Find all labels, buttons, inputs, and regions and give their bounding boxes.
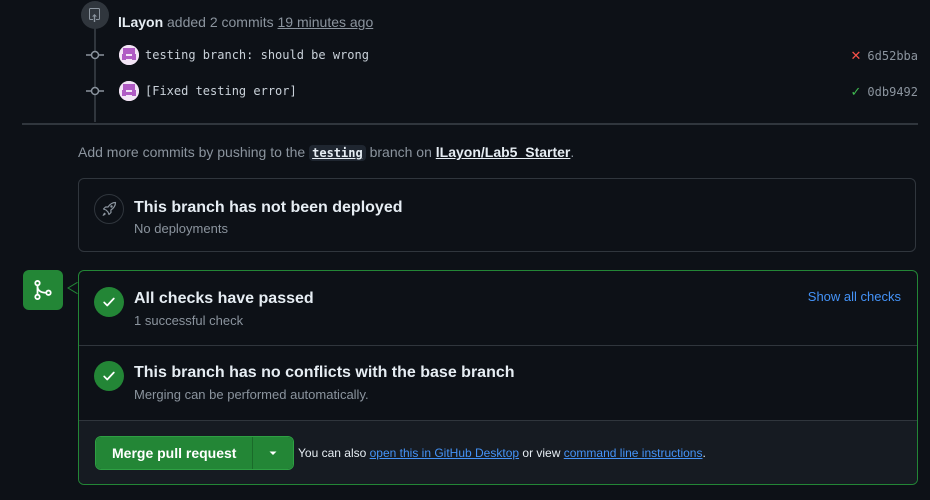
git-merge-icon [23, 270, 63, 310]
conflicts-subtitle: Merging can be performed automatically. [134, 387, 369, 402]
timeline-divider [22, 123, 918, 125]
push-hint: Add more commits by pushing to the testi… [78, 144, 575, 161]
commit-status: ✕ 6d52bba [851, 48, 918, 64]
commit-row: [Fixed testing error] ✓ 0db9492 [86, 81, 918, 101]
merge-box: All checks have passed 1 successful chec… [78, 270, 918, 485]
deployment-title: This branch has not been deployed [134, 199, 403, 216]
branch-name[interactable]: testing [309, 145, 366, 161]
git-commit-icon [86, 50, 104, 60]
triangle-down-icon [269, 451, 277, 455]
commit-message[interactable]: [Fixed testing error] [145, 84, 297, 98]
hint-text: . [570, 144, 575, 160]
x-icon[interactable]: ✕ [851, 48, 862, 64]
check-icon[interactable]: ✓ [851, 84, 862, 100]
hint-text: Add more commits by pushing to the [78, 144, 306, 160]
footer-text: . [702, 446, 706, 460]
merge-footer-text: You can also open this in GitHub Desktop… [298, 446, 706, 460]
deployment-box: This branch has not been deployed No dep… [78, 178, 916, 252]
checks-subtitle: 1 successful check [134, 313, 244, 328]
push-action: added 2 commits [167, 14, 274, 30]
merge-pull-request-button[interactable]: Merge pull request [96, 437, 253, 469]
merge-options-button[interactable] [252, 437, 294, 469]
hint-text: branch on [369, 144, 432, 160]
merge-footer: Merge pull request You can also open thi… [79, 420, 917, 484]
commit-status: ✓ 0db9492 [851, 84, 918, 100]
commit-row: testing branch: should be wrong ✕ 6d52bb… [86, 45, 918, 65]
repo-push-icon [81, 1, 109, 29]
rocket-icon [94, 194, 124, 224]
check-icon [94, 361, 124, 391]
push-event: lLayon added 2 commits 19 minutes ago [118, 14, 373, 30]
open-github-desktop-link[interactable]: open this in GitHub Desktop [370, 446, 519, 460]
repo-link[interactable]: lLayon/Lab5_Starter [436, 144, 571, 160]
row-divider [79, 345, 917, 346]
show-all-checks-link[interactable]: Show all checks [808, 289, 901, 304]
push-time[interactable]: 19 minutes ago [278, 14, 374, 30]
deployment-subtitle: No deployments [134, 221, 228, 236]
commit-message[interactable]: testing branch: should be wrong [145, 48, 369, 62]
user-link[interactable]: lLayon [118, 14, 163, 30]
avatar[interactable] [119, 81, 139, 101]
conflicts-title: This branch has no conflicts with the ba… [134, 364, 515, 381]
git-commit-icon [86, 86, 104, 96]
merge-box-pointer [67, 282, 78, 294]
avatar[interactable] [119, 45, 139, 65]
merge-button-group: Merge pull request [95, 436, 295, 470]
checks-title: All checks have passed [134, 290, 314, 307]
command-line-instructions-link[interactable]: command line instructions [564, 446, 703, 460]
commit-sha[interactable]: 0db9492 [867, 85, 918, 99]
commit-sha[interactable]: 6d52bba [867, 49, 918, 63]
footer-text: You can also [298, 446, 367, 460]
check-icon [94, 287, 124, 317]
footer-text: or view [522, 446, 561, 460]
timeline-line [94, 27, 96, 122]
